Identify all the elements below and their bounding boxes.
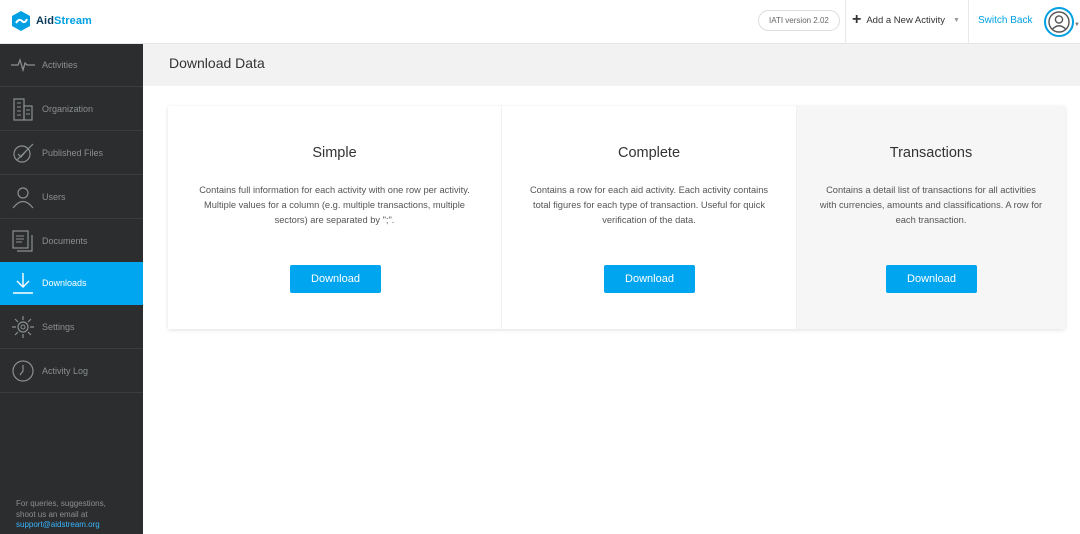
page-header: Download Data xyxy=(143,44,1080,86)
aidstream-logo[interactable]: AidStream xyxy=(10,10,92,32)
sidebar-item-settings[interactable]: Settings xyxy=(0,306,143,349)
sidebar-item-label: Documents xyxy=(42,236,88,246)
sidebar: Activities Organization Published Files … xyxy=(0,44,143,534)
sidebar-item-users[interactable]: Users xyxy=(0,176,143,219)
card-description: Contains a row for each aid activity. Ea… xyxy=(529,185,769,225)
support-note: For queries, suggestions, shoot us an em… xyxy=(16,499,136,531)
top-bar: AidStream IATI version 2.02 + Add a New … xyxy=(0,0,1080,44)
download-card-transactions: Transactions Contains a detail list of t… xyxy=(797,106,1065,329)
sidebar-item-label: Organization xyxy=(42,104,94,114)
card-title: Complete xyxy=(617,145,681,161)
user-icon xyxy=(10,184,36,210)
sidebar-item-documents[interactable]: Documents xyxy=(0,220,143,263)
header-divider xyxy=(968,0,969,44)
switch-back-link[interactable]: Switch Back xyxy=(978,15,1032,26)
card-title: Transactions xyxy=(889,145,973,161)
sidebar-item-label: Activities xyxy=(42,60,78,70)
card-title: Simple xyxy=(312,145,357,161)
sidebar-item-downloads[interactable]: Downloads xyxy=(0,262,143,305)
sidebar-item-label: Settings xyxy=(42,322,75,332)
download-options-panel: Simple Contains full information for eac… xyxy=(168,106,1065,329)
support-email-link[interactable]: support@aidstream.org xyxy=(16,520,136,531)
download-card-complete: Complete Contains a row for each aid act… xyxy=(502,106,797,329)
download-icon xyxy=(10,270,36,296)
sidebar-item-label: Activity Log xyxy=(42,366,89,376)
sidebar-item-activity-log[interactable]: Activity Log xyxy=(0,350,143,393)
add-activity-label: Add a New Activity xyxy=(866,14,946,26)
plus-icon: + xyxy=(852,11,862,28)
avatar-chevron-down-icon[interactable]: ▼ xyxy=(1074,22,1080,28)
logo-text: AidStream xyxy=(36,15,92,27)
published-icon xyxy=(10,140,36,166)
aidstream-logo-icon xyxy=(12,11,30,31)
chevron-down-icon: ▼ xyxy=(953,16,960,24)
download-transactions-button[interactable]: Download xyxy=(886,265,977,293)
download-complete-button[interactable]: Download xyxy=(604,265,695,293)
user-avatar-icon xyxy=(1048,11,1070,33)
pulse-icon xyxy=(10,52,36,78)
card-description: Contains full information for each activ… xyxy=(199,185,470,225)
sidebar-item-label: Published Files xyxy=(42,148,104,158)
header-divider xyxy=(845,0,846,44)
sidebar-item-published-files[interactable]: Published Files xyxy=(0,132,143,175)
documents-icon xyxy=(10,228,36,254)
sidebar-item-label: Downloads xyxy=(42,278,87,288)
support-note-line: shoot us an email at xyxy=(16,509,88,519)
download-card-simple: Simple Contains full information for eac… xyxy=(168,106,502,329)
support-note-line: For queries, suggestions, xyxy=(16,499,106,508)
sidebar-item-label: Users xyxy=(42,192,66,202)
card-description: Contains a detail list of transactions f… xyxy=(819,185,1043,225)
sidebar-item-organization[interactable]: Organization xyxy=(0,88,143,131)
page-title: Download Data xyxy=(169,55,265,71)
iati-version-badge: IATI version 2.02 xyxy=(758,10,840,31)
building-icon xyxy=(10,96,36,122)
gear-icon xyxy=(10,314,36,340)
sidebar-item-activities[interactable]: Activities xyxy=(0,44,143,87)
clock-icon xyxy=(10,358,36,384)
add-activity-button[interactable]: + Add a New Activity ▼ xyxy=(852,12,960,28)
user-avatar[interactable] xyxy=(1044,7,1074,37)
download-simple-button[interactable]: Download xyxy=(290,265,381,293)
